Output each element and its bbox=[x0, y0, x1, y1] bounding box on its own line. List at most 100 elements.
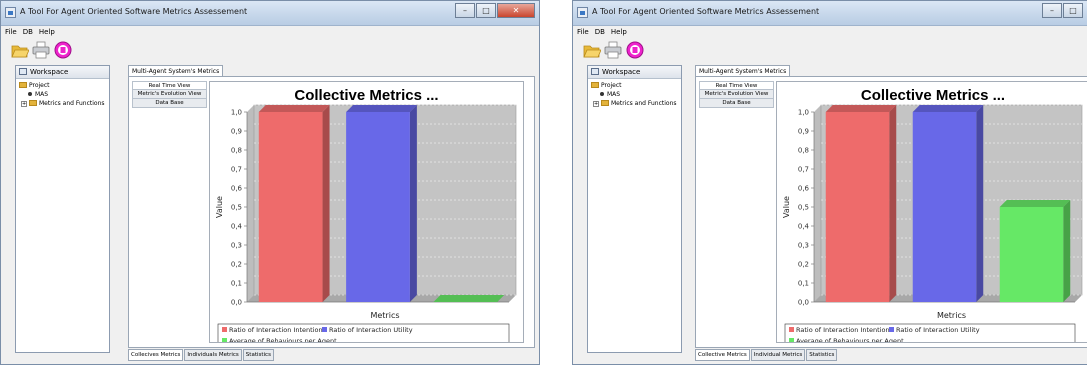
bar-top bbox=[825, 105, 897, 112]
menu-file[interactable]: File bbox=[575, 26, 591, 38]
folder-icon bbox=[19, 82, 27, 88]
legend-swatch bbox=[789, 327, 794, 332]
x-axis-label: Metrics bbox=[370, 311, 399, 320]
bar bbox=[825, 105, 897, 302]
y-axis-label: Value bbox=[782, 196, 791, 218]
y-tick-label: 0,1 bbox=[231, 280, 242, 288]
open-folder-icon[interactable] bbox=[583, 41, 601, 59]
menu-bar: File DB Help bbox=[1, 26, 539, 38]
bar-front bbox=[999, 207, 1064, 302]
y-tick-label: 0,4 bbox=[231, 223, 243, 231]
view-data-base[interactable]: Data Base bbox=[132, 99, 207, 108]
close-button[interactable]: ✕ bbox=[497, 3, 535, 18]
view-list: Real Time View Metric's Evolution View D… bbox=[132, 81, 207, 108]
tab-statistics[interactable]: Statistics bbox=[806, 349, 838, 361]
legend-label: Ratio of Interaction Intention bbox=[229, 326, 323, 334]
bar bbox=[346, 105, 417, 302]
print-icon[interactable] bbox=[604, 41, 622, 59]
y-tick-label: 0,9 bbox=[231, 128, 242, 136]
bar bbox=[258, 105, 330, 302]
expand-icon[interactable]: + bbox=[21, 101, 27, 107]
minimize-button[interactable]: – bbox=[1042, 3, 1062, 18]
view-metrics-evolution[interactable]: Metric's Evolution View bbox=[132, 90, 207, 99]
legend-swatch bbox=[222, 338, 227, 342]
y-tick-label: 0,7 bbox=[231, 166, 242, 174]
bar-top bbox=[258, 105, 330, 112]
tree-item-metrics-and-functions[interactable]: + Metrics and Functions bbox=[593, 100, 677, 108]
chart-panel: Collective Metrics ... 0,0 0,1 0,2 0,3 0,4 0,… bbox=[776, 81, 1087, 343]
tree-item-mas[interactable]: MAS bbox=[28, 91, 48, 99]
tree-item-metrics-and-functions[interactable]: + Metrics and Functions bbox=[21, 100, 105, 108]
bar-top bbox=[346, 105, 417, 112]
bar-side bbox=[976, 105, 984, 302]
y-tick-label: 0,2 bbox=[231, 261, 242, 269]
database-icon[interactable] bbox=[54, 41, 72, 59]
bottom-tabs: Collecives Metrics Individuals Metrics S… bbox=[128, 349, 275, 361]
tree-item-project[interactable]: Project bbox=[591, 82, 622, 90]
workspace-header: Workspace bbox=[16, 66, 109, 79]
expand-icon[interactable]: + bbox=[593, 101, 599, 107]
view-metrics-evolution[interactable]: Metric's Evolution View bbox=[699, 90, 774, 99]
tab-collective-metrics[interactable]: Collecives Metrics bbox=[128, 349, 184, 361]
title-bar[interactable]: A Tool For Agent Oriented Software Metri… bbox=[573, 1, 1087, 26]
bar-front bbox=[258, 112, 323, 302]
chart-panel: Collective Metrics ... 0,0 0,1 0,2 0,3 0,4 0,… bbox=[209, 81, 524, 343]
folder-icon bbox=[29, 100, 37, 106]
menu-help[interactable]: Help bbox=[37, 26, 57, 38]
maximize-button[interactable]: □ bbox=[1063, 3, 1083, 18]
y-tick-label: 1,0 bbox=[231, 109, 242, 117]
database-icon[interactable] bbox=[626, 41, 644, 59]
legend-label: Average of Behaviours per Agent bbox=[229, 337, 337, 342]
bar-side bbox=[889, 105, 897, 302]
bar-chart: 0,0 0,1 0,2 0,3 0,4 0,5 0,6 0,7 0,8 0,9 1,0 Metrics… bbox=[215, 104, 517, 342]
y-tick-label: 0,3 bbox=[798, 242, 809, 250]
app-icon bbox=[577, 7, 588, 18]
y-tick-label: 0,8 bbox=[798, 147, 809, 155]
menu-db[interactable]: DB bbox=[593, 26, 607, 38]
bar-top bbox=[999, 200, 1071, 207]
y-tick-label: 0,4 bbox=[798, 223, 810, 231]
workspace-panel: Workspace Project MAS + Metrics and Funct… bbox=[15, 65, 110, 353]
y-tick-label: 0,6 bbox=[231, 185, 243, 193]
bar-front bbox=[825, 112, 890, 302]
leaf-icon bbox=[28, 92, 32, 96]
menu-help[interactable]: Help bbox=[609, 26, 629, 38]
leaf-icon bbox=[600, 92, 604, 96]
view-data-base[interactable]: Data Base bbox=[699, 99, 774, 108]
view-real-time[interactable]: Real Time View bbox=[132, 81, 207, 90]
toolbar bbox=[573, 38, 1087, 63]
tab-collective-metrics[interactable]: Collective Metrics bbox=[695, 349, 750, 361]
legend-swatch bbox=[789, 338, 794, 342]
folder-icon bbox=[591, 82, 599, 88]
app-icon bbox=[5, 7, 16, 18]
tab-statistics[interactable]: Statistics bbox=[242, 349, 274, 361]
tab-individual-metrics[interactable]: Individuals Metrics bbox=[184, 349, 242, 361]
y-tick-label: 0,5 bbox=[798, 204, 809, 212]
tree-item-project[interactable]: Project bbox=[19, 82, 50, 90]
menu-db[interactable]: DB bbox=[21, 26, 35, 38]
bar-side bbox=[322, 105, 330, 302]
content-area: Real Time View Metric's Evolution View D… bbox=[128, 76, 535, 348]
print-icon[interactable] bbox=[32, 41, 50, 59]
tree-item-mas[interactable]: MAS bbox=[600, 91, 620, 99]
minimize-button[interactable]: – bbox=[455, 3, 475, 18]
legend-label: Average of Behaviours per Agent bbox=[796, 337, 904, 342]
legend-swatch bbox=[889, 327, 894, 332]
open-folder-icon[interactable] bbox=[11, 41, 29, 59]
tab-individual-metrics[interactable]: Individual Metrics bbox=[750, 349, 806, 361]
legend-label: Ratio of Interaction Intention bbox=[796, 326, 890, 334]
maximize-button[interactable]: □ bbox=[476, 3, 496, 18]
menu-file[interactable]: File bbox=[3, 26, 19, 38]
y-tick-label: 0,8 bbox=[231, 147, 242, 155]
toolbar bbox=[1, 38, 539, 63]
y-tick-label: 0,5 bbox=[231, 204, 242, 212]
workspace-label: Workspace bbox=[30, 68, 69, 76]
view-real-time[interactable]: Real Time View bbox=[699, 81, 774, 90]
title-bar[interactable]: A Tool For Agent Oriented Software Metri… bbox=[1, 1, 539, 26]
y-tick-label: 0,0 bbox=[231, 299, 242, 307]
y-tick-label: 0,7 bbox=[798, 166, 809, 174]
view-list: Real Time View Metric's Evolution View D… bbox=[699, 81, 774, 108]
bar-side bbox=[409, 105, 417, 302]
bar-top bbox=[433, 295, 505, 302]
window-title: A Tool For Agent Oriented Software Metri… bbox=[592, 7, 820, 16]
